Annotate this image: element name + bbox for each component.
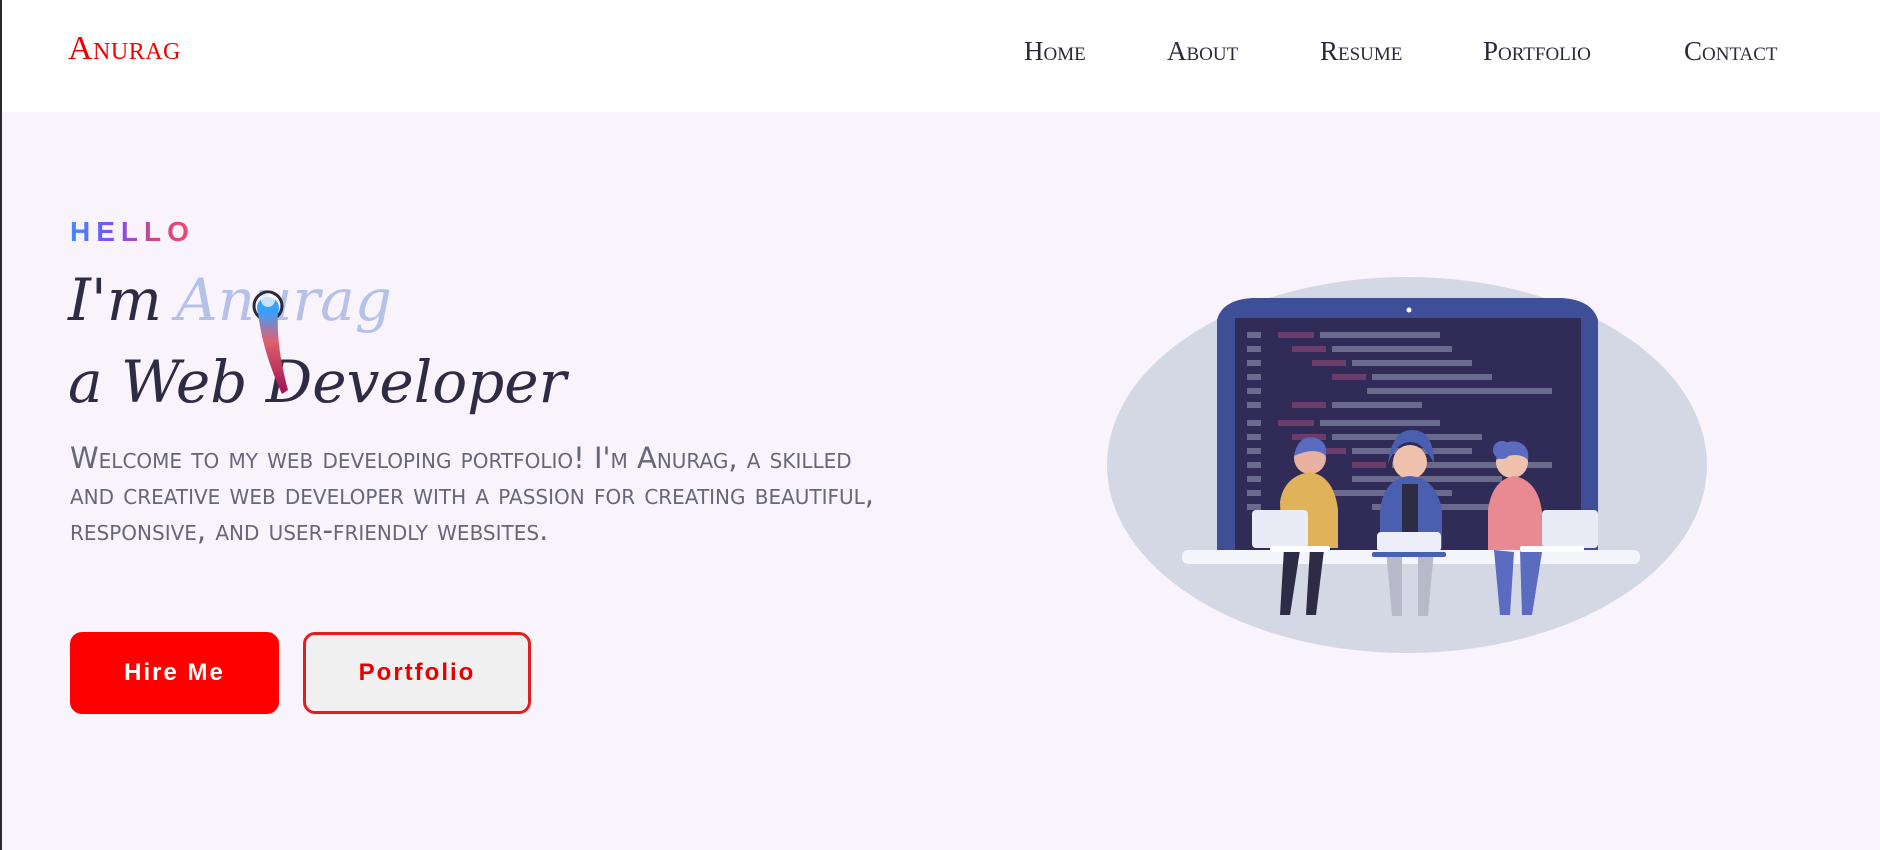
nav-about[interactable]: About: [1167, 36, 1238, 67]
hello-greeting: HELLO: [70, 216, 195, 247]
headline-role: a Web Developer: [68, 348, 567, 416]
headline-line-1: I'm Anurag: [68, 266, 392, 334]
nav-contact[interactable]: Contact: [1684, 36, 1778, 67]
portfolio-button[interactable]: Portfolio: [303, 632, 531, 714]
im-text: I'm: [68, 266, 162, 334]
navbar: Anurag Home About Resume Portfolio Conta…: [2, 0, 1880, 112]
nav-home[interactable]: Home: [1024, 36, 1086, 67]
developers-laptop-illustration: [1107, 277, 1707, 653]
logo[interactable]: Anurag: [68, 30, 181, 68]
hire-me-button[interactable]: Hire Me: [70, 632, 279, 714]
nav-portfolio[interactable]: Portfolio: [1483, 36, 1591, 67]
intro-paragraph: Welcome to my web developing portfolio! …: [70, 441, 875, 547]
brush-cursor-icon: [252, 290, 288, 394]
nav-resume[interactable]: Resume: [1320, 36, 1402, 67]
